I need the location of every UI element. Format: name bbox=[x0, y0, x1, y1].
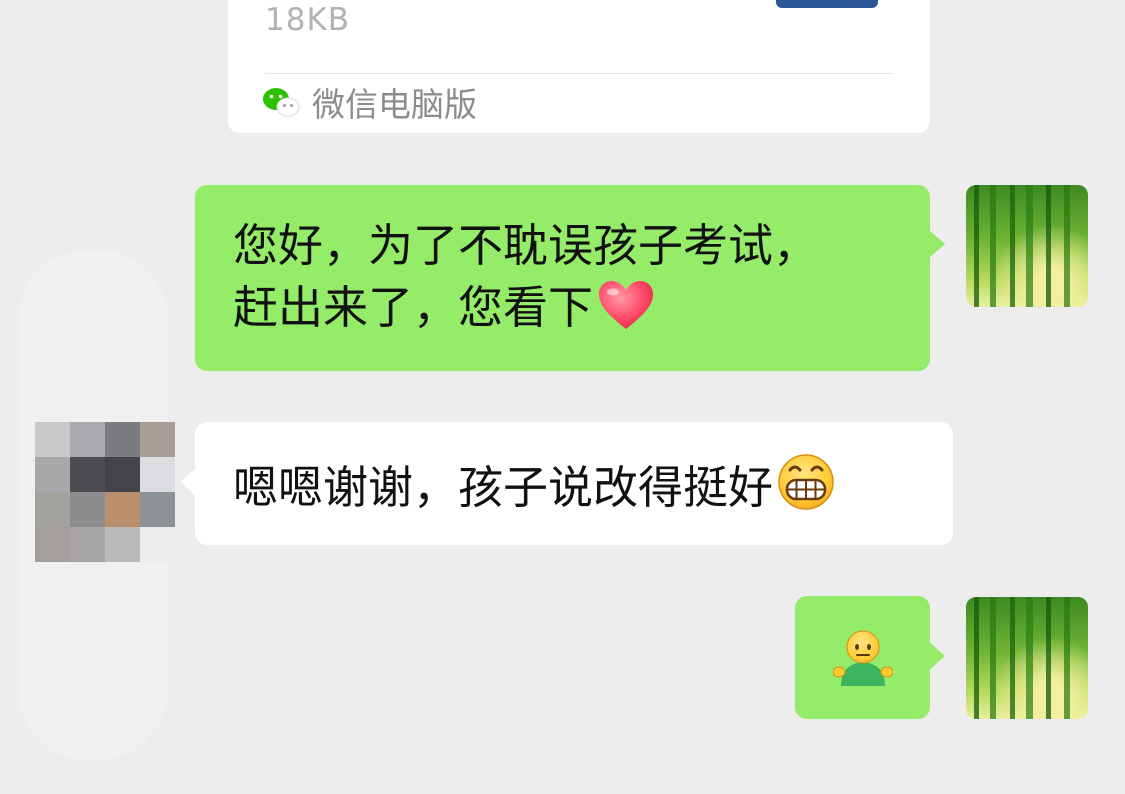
outgoing-message-bubble[interactable]: 您好，为了不耽误孩子考试， 赶出来了，您看下 bbox=[195, 185, 945, 371]
message-text-content: 嗯嗯谢谢，孩子说改得挺好 bbox=[233, 461, 774, 514]
divider bbox=[265, 73, 893, 74]
file-size: 18KB bbox=[265, 2, 351, 38]
file-message-card[interactable]: 18KB 微信电脑版 bbox=[228, 0, 930, 133]
incoming-message-bubble[interactable]: 嗯嗯谢谢，孩子说改得挺好 bbox=[180, 422, 953, 545]
self-avatar[interactable] bbox=[966, 185, 1088, 307]
file-type-icon bbox=[776, 0, 878, 8]
wechat-icon bbox=[263, 88, 300, 117]
bubble-tail bbox=[929, 230, 945, 258]
file-source-label: 微信电脑版 bbox=[312, 85, 477, 124]
chat-view: 18KB 微信电脑版 您好，为了不耽误孩子考试， 赶出来了，您看下 嗯嗯谢谢，孩… bbox=[0, 0, 1125, 794]
message-text-line-1: 您好，为了不耽误孩子考试， bbox=[233, 219, 819, 272]
self-avatar[interactable] bbox=[966, 597, 1088, 719]
bubble-tail bbox=[180, 468, 196, 496]
file-source: 微信电脑版 bbox=[262, 81, 477, 124]
grinning-face-icon bbox=[778, 454, 834, 510]
message-text-line-2: 赶出来了，您看下 bbox=[233, 281, 594, 334]
message-text: 嗯嗯谢谢，孩子说改得挺好 bbox=[233, 453, 835, 519]
contact-avatar[interactable] bbox=[35, 422, 175, 562]
shrugging-person-icon bbox=[833, 630, 893, 686]
outgoing-emoji-message[interactable] bbox=[795, 596, 945, 719]
bubble-tail bbox=[929, 642, 945, 670]
message-text: 您好，为了不耽误孩子考试， 赶出来了，您看下 bbox=[233, 215, 913, 339]
red-heart-icon bbox=[599, 281, 654, 329]
